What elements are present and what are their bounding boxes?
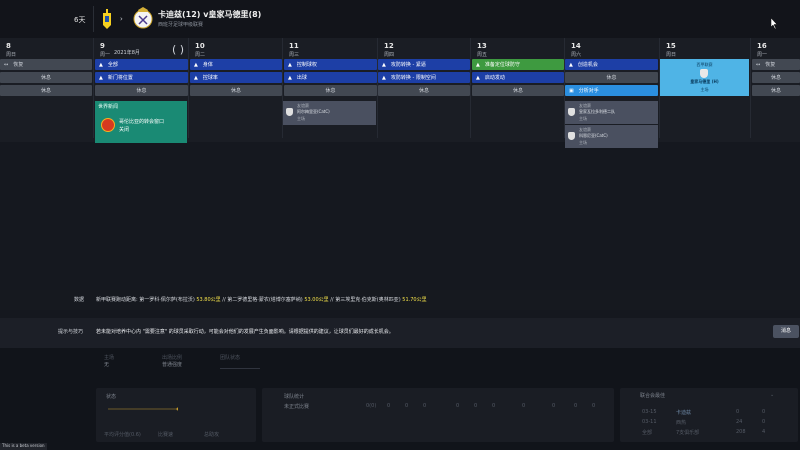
weekday: 周三 [289,52,300,58]
weekday: 周一 [757,52,768,58]
person-icon: ▲ [476,61,480,68]
fixture-card[interactable]: 友谊赛 阿尔梅里亚(CatC) 主场 [283,101,376,125]
calendar-day-12: 12 周四 ▲ 攻防转换 - 紧逼 ▲ 攻防转换 - 限制空间 休息 [378,38,471,140]
training-slot[interactable]: 休息 [752,85,800,96]
calendar-day-13: 13 周五 ▲ 准备定位球防守 ▲ 启动发动 休息 [471,38,565,140]
data-ticker: 数据 新甲联赛跑动距离: 第一罗科·佩尔萨(布拉沃) 53.80公里 // 第二… [0,290,800,310]
training-slot[interactable]: ▲ 攻防转换 - 紧逼 [378,59,470,70]
league-table-panel: 联合会最佳 ⌄ 03-15 卡迪兹 0 0 03-11 西热 24 0 全部 7… [620,388,798,442]
calendar-body [0,142,800,290]
training-slot[interactable]: ▲ 控制球权 [284,59,377,70]
training-slot[interactable]: 休息 [378,85,470,96]
calendar-day-16: 16 周一 ↔ 恢复 休息 休息 [751,38,800,140]
training-slot[interactable]: ↔ 恢复 [0,59,92,70]
training-slot[interactable]: ▲ 新门将位置 [95,72,188,83]
person-icon: ▲ [382,61,386,68]
calendar-day-10: 10 周二 ▲ 身体 ▲ 控球率 休息 [189,38,282,140]
person-icon: ▲ [99,74,103,81]
day-number: 8 [6,42,11,50]
month-label: 2021年8月 [114,50,140,56]
real-madrid-crest-icon [133,7,153,29]
training-slot[interactable]: 休息 [752,72,800,83]
club-crest-icon [568,108,575,116]
chevron-down-icon[interactable]: ⌄ [770,392,774,398]
header-divider [93,6,94,32]
training-slot[interactable]: 休息 [284,85,377,96]
day-number: 9 [100,42,105,50]
person-icon: ▲ [288,61,292,68]
training-slot[interactable]: 休息 [0,85,92,96]
training-slot[interactable]: ▲ 创造机会 [565,59,658,70]
form-line-chart [108,407,178,411]
fixture-card[interactable]: 友谊赛 皇家瓦拉多利德二队 主场 [565,101,658,124]
mouse-cursor-icon [771,18,778,29]
day-number: 12 [384,42,394,50]
competition-name: 西班牙足球甲级联赛 [158,22,204,28]
person-icon: ▲ [569,61,573,68]
fixture-card[interactable]: 友谊赛 科恩尼亚(CatC) 主场 [565,125,658,148]
news-card[interactable]: 世界新闻 哥伦比亚的转会窗口 关闭 [95,101,187,143]
training-slot[interactable]: ▲ 全部 [95,59,188,70]
training-slot[interactable]: 休息 [472,85,564,96]
person-icon: ▲ [194,61,198,68]
data-ticker-text: 新甲联赛跑动距离: 第一罗科·佩尔萨(布拉沃) 53.80公里 // 第二罗德里… [96,297,427,303]
club-crest-icon [568,132,575,140]
training-slot[interactable]: 休息 [565,72,658,83]
training-slot[interactable]: 休息 [190,85,282,96]
recovery-icon: ↔ [4,61,9,68]
team-stats-panel: 球队统计 未正式比赛 0(0) 0 0 0 0 0 0 0 0 0 0 [262,388,614,442]
message-button[interactable]: 消息 [773,325,799,338]
day-number: 10 [195,42,205,50]
beta-version-label: This is a beta version [0,443,47,450]
training-slot[interactable]: ▲ 攻防转换 - 限制空间 [378,72,470,83]
clipboard-icon: ▣ [569,87,574,94]
recovery-icon: ↔ [756,61,761,68]
days-to-match: 6天 [74,16,86,24]
colombia-crest-icon [101,118,115,132]
match-title[interactable]: 卡迪兹(12) v皇家马德里(8) [158,9,261,20]
chevron-right-icon[interactable]: › [120,15,123,23]
day-number: 15 [666,42,676,50]
weekday: 周日 [666,52,677,58]
tips-bar: 提示与技巧 若未能对培养中心内 "需要注意" 的球员采取行动，可能会对他们的发展… [0,318,800,348]
tips-text: 若未能对培养中心内 "需要注意" 的球员采取行动，可能会对他们的发展产生负面影响… [96,329,394,335]
person-icon: ▲ [99,61,103,68]
training-slot[interactable]: ▣ 分析对手 [565,85,658,96]
divider [220,368,260,369]
training-slot[interactable]: ↔ 恢复 [752,59,800,70]
weekday: 周四 [384,52,395,58]
club-crest-icon [700,69,708,78]
person-icon: ▲ [194,74,198,81]
calendar-day-8: 8 周日 ↔ 恢复 休息 休息 [0,38,93,140]
club-crest-icon [286,108,293,116]
day-number: 14 [571,42,581,50]
training-slot[interactable]: 休息 [95,85,188,96]
day-number: 11 [289,42,299,50]
data-label: 数据 [74,297,85,303]
person-icon: ▲ [382,74,386,81]
weekday: 周一 [100,52,111,58]
tips-label: 提示与技巧 [58,329,84,335]
weekday: 周五 [477,52,488,58]
weekday: 周日 [6,52,17,58]
person-icon: ▲ [476,74,480,81]
form-panel: 状态 平均评分值(0.6) 比赛速 总助攻 [96,388,256,442]
cadiz-crest-icon [103,9,111,29]
person-icon: ▲ [288,74,292,81]
loading-spinner-icon: ( ) [172,43,185,56]
match-day-card[interactable]: 西甲联赛 皇家马德里 (H) 主场 [660,59,749,96]
match-header-bar: 6天 › 卡迪兹(12) v皇家马德里(8) 西班牙足球甲级联赛 [0,0,800,38]
training-slot[interactable]: ▲ 身体 [190,59,282,70]
training-slot[interactable]: ▲ 出球 [284,72,377,83]
training-slot[interactable]: ▲ 准备定位球防守 [472,59,564,70]
day-number: 13 [477,42,487,50]
weekday: 周二 [195,52,206,58]
training-slot[interactable]: ▲ 控球率 [190,72,282,83]
news-title: 世界新闻 [98,104,119,110]
weekday: 周六 [571,52,582,58]
training-slot[interactable]: ▲ 启动发动 [472,72,564,83]
day-number: 16 [757,42,767,50]
training-slot[interactable]: 休息 [0,72,92,83]
